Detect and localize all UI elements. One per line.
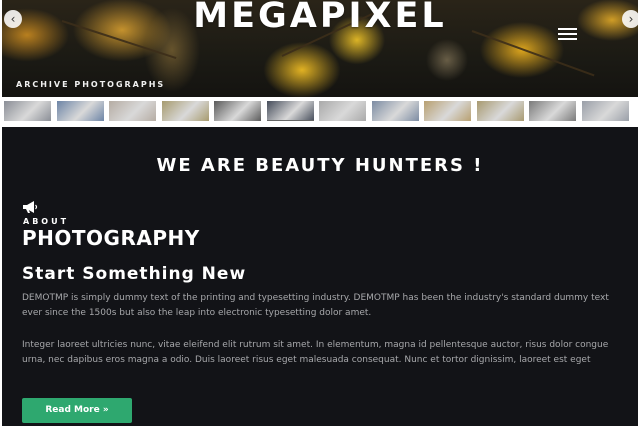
site-logo-title[interactable]: MEGAPIXEL xyxy=(2,0,638,36)
read-more-button[interactable]: Read More » xyxy=(22,398,132,423)
thumbnail-strip xyxy=(2,98,638,126)
gallery-thumbnail[interactable] xyxy=(266,101,314,121)
gallery-thumbnail[interactable] xyxy=(371,101,419,121)
hero-subtitle: ARCHIVE PHOTOGRAPHS xyxy=(16,80,166,89)
about-label: ABOUT xyxy=(23,217,70,226)
gallery-thumbnail[interactable] xyxy=(319,101,366,121)
gallery-thumbnail[interactable] xyxy=(56,101,104,121)
gallery-thumbnail[interactable] xyxy=(214,101,261,121)
carousel-next-button[interactable]: › xyxy=(622,10,638,28)
body-paragraph: Integer laoreet ultricies nunc, vitae el… xyxy=(22,340,609,365)
about-heading: PHOTOGRAPHY xyxy=(22,226,200,250)
gallery-thumbnail[interactable] xyxy=(4,101,51,121)
page-frame: MEGAPIXEL ARCHIVE PHOTOGRAPHS ‹ › WE ARE… xyxy=(0,0,640,426)
main-content: WE ARE BEAUTY HUNTERS ! ABOUT PHOTOGRAPH… xyxy=(2,127,638,426)
hamburger-menu-icon[interactable] xyxy=(558,28,577,41)
section-heading: Start Something New xyxy=(22,264,247,284)
page-headline: WE ARE BEAUTY HUNTERS ! xyxy=(156,155,484,176)
hero-banner: MEGAPIXEL ARCHIVE PHOTOGRAPHS ‹ › xyxy=(2,0,638,97)
gallery-thumbnail[interactable] xyxy=(109,101,156,121)
gallery-thumbnail[interactable] xyxy=(581,101,629,121)
gallery-thumbnail[interactable] xyxy=(161,101,209,121)
carousel-prev-button[interactable]: ‹ xyxy=(4,10,22,28)
gallery-thumbnail[interactable] xyxy=(424,101,471,121)
intro-paragraph: DEMOTMP is simply dummy text of the prin… xyxy=(22,293,609,318)
gallery-thumbnail[interactable] xyxy=(529,101,576,121)
gallery-thumbnail[interactable] xyxy=(476,101,524,121)
megaphone-icon xyxy=(23,201,38,213)
